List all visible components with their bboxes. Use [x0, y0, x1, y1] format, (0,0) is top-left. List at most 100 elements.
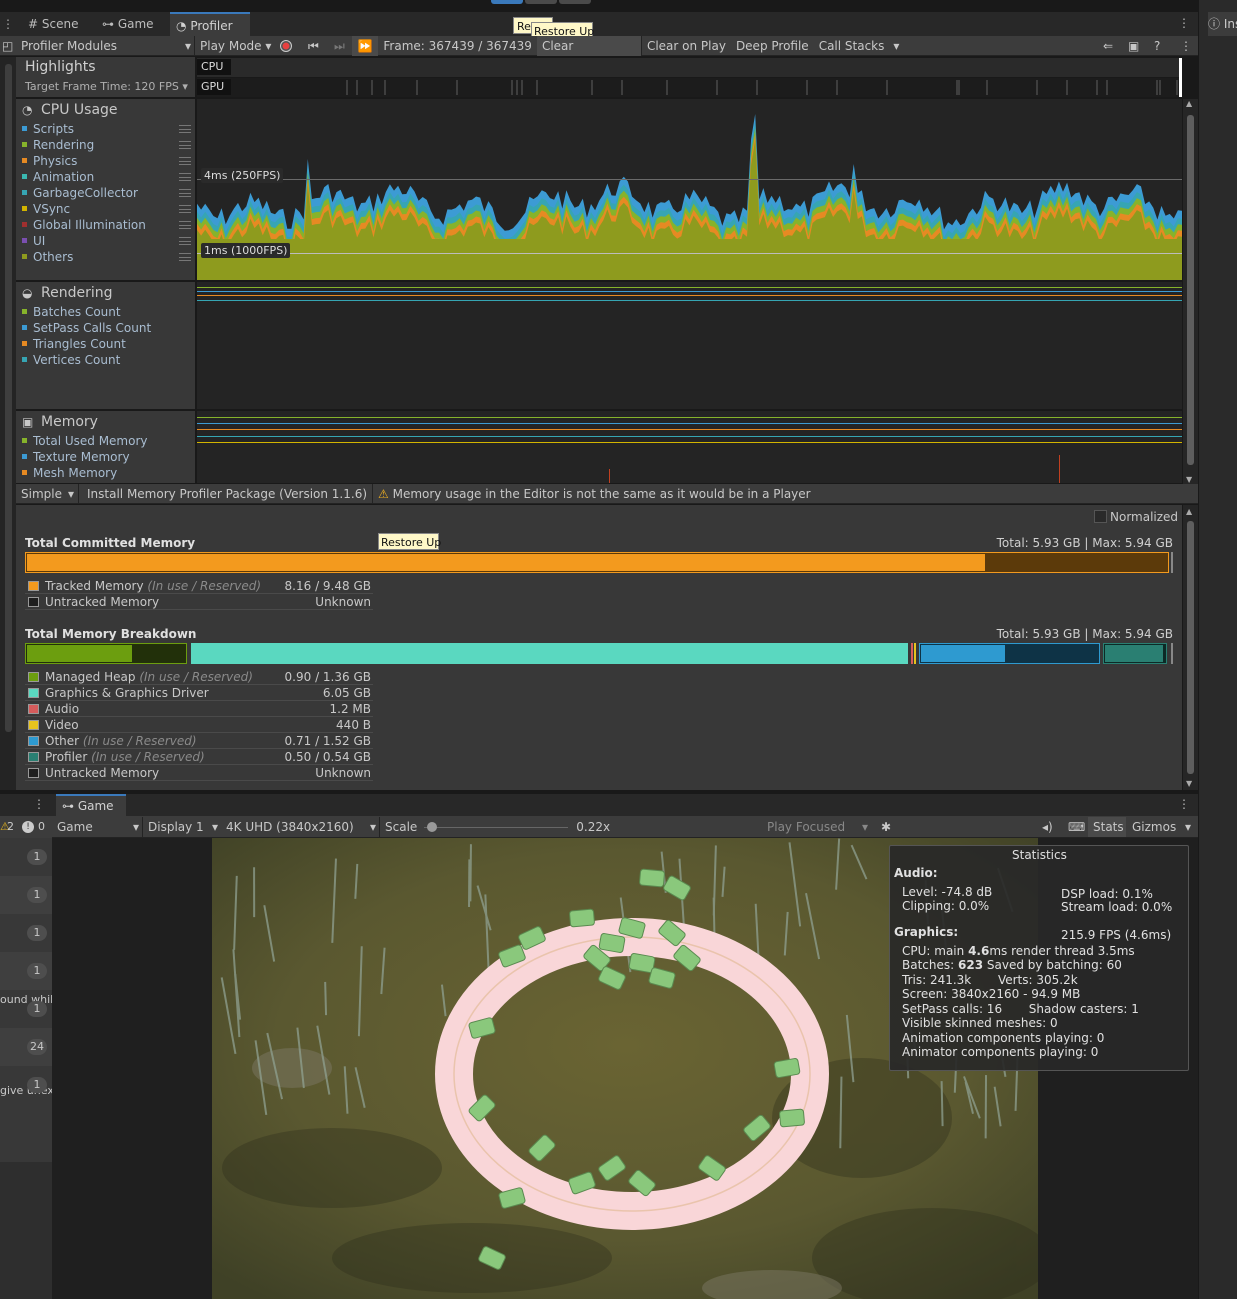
scroll-up-icon[interactable]: ▲	[1186, 99, 1192, 108]
error-count-icon[interactable]: !	[22, 821, 34, 833]
managed-heap-bar[interactable]	[25, 643, 187, 664]
detach-icon[interactable]: ◰	[0, 36, 16, 56]
slider-knob[interactable]	[427, 821, 438, 832]
console-list[interactable]: ound whil give unex 1 1 1 1 1 24 1	[0, 838, 52, 1299]
play-mode-dropdown[interactable]: Play Mode ▾	[195, 36, 276, 56]
color-swatch	[28, 688, 39, 698]
stats-toggle[interactable]: Stats	[1088, 817, 1126, 837]
audio-bar[interactable]	[911, 643, 913, 664]
grid-icon: #	[28, 17, 39, 31]
legend-item-total-used-memory[interactable]: Total Used Memory	[16, 433, 195, 449]
scroll-down-icon[interactable]: ▼	[1186, 475, 1192, 484]
toolbar-play-button[interactable]	[491, 0, 523, 4]
drag-handle-icon[interactable]	[179, 221, 191, 229]
tracked-memory-fill	[27, 554, 985, 571]
target-frame-time[interactable]: Target Frame Time: 120 FPS ▾	[25, 80, 188, 93]
drag-handle-icon[interactable]	[179, 253, 191, 261]
rendering-graph[interactable]	[197, 282, 1182, 409]
normalized-toggle[interactable]: Normalized	[1094, 510, 1179, 526]
tab-scene[interactable]: # Scene	[22, 12, 84, 36]
modules-scroll-thumb[interactable]	[1187, 115, 1194, 465]
play-focused-dropdown[interactable]: Play Focused ▾	[762, 817, 872, 837]
tab-options-icon[interactable]: ⋮	[1178, 16, 1190, 30]
bug-icon[interactable]: ✱	[876, 817, 898, 837]
deep-profile-toggle[interactable]: Deep Profile	[731, 36, 814, 56]
tab-game[interactable]: ⊶ Game	[96, 12, 160, 36]
video-bar[interactable]	[914, 643, 916, 664]
left-scroll-thumb[interactable]	[5, 64, 12, 732]
clear-on-play-toggle[interactable]: Clear on Play	[642, 36, 731, 56]
tab-game-bottom[interactable]: ⊶ Game	[56, 794, 126, 816]
call-stacks-dropdown[interactable]: ▾	[889, 36, 903, 56]
rendering-legend[interactable]: ◒ Rendering Batches Count SetPass Calls Co…	[16, 282, 195, 409]
first-frame-button[interactable]: ⏮	[300, 36, 326, 56]
load-icon[interactable]: ⇐	[1098, 36, 1116, 56]
call-stacks-toggle[interactable]: Call Stacks	[814, 36, 890, 56]
legend-item-physics[interactable]: Physics	[16, 153, 195, 169]
drag-handle-icon[interactable]	[179, 173, 191, 181]
drag-handle-icon[interactable]	[179, 237, 191, 245]
cpu-usage-legend[interactable]: ◔ CPU Usage Scripts Rendering Physics Animat…	[16, 99, 195, 280]
legend-item-vsync[interactable]: VSync	[16, 201, 195, 217]
profiler-bar[interactable]	[1103, 643, 1167, 664]
gizmos-toggle[interactable]: Gizmos	[1127, 817, 1177, 837]
keyboard-icon[interactable]: ⌨	[1063, 817, 1085, 837]
legend-item-triangles-count[interactable]: Triangles Count	[16, 336, 195, 352]
tab-profiler[interactable]: ◔ Profiler	[170, 12, 250, 36]
scroll-up-icon[interactable]: ▲	[1186, 507, 1192, 516]
game-options-icon[interactable]: ⋮	[1178, 797, 1190, 811]
current-frame-button[interactable]: ⏩	[352, 35, 379, 56]
legend-item-texture-memory[interactable]: Texture Memory	[16, 449, 195, 465]
legend-item-vertices-count[interactable]: Vertices Count	[16, 352, 195, 368]
legend-item-setpass-calls-count[interactable]: SetPass Calls Count	[16, 320, 195, 336]
frame-cursor[interactable]	[1179, 58, 1182, 97]
legend-item-animation[interactable]: Animation	[16, 169, 195, 185]
drag-handle-icon[interactable]	[179, 125, 191, 133]
toolbar-step-button[interactable]	[559, 0, 591, 4]
modules-scrollbar[interactable]: ▲ ▼	[1183, 99, 1198, 484]
view-dropdown[interactable]: Simple ▾	[16, 484, 78, 504]
panel-menu-icon[interactable]: ⋮	[2, 17, 14, 31]
tab-inspector[interactable]: ⓘ Ins	[1208, 12, 1237, 36]
resolution-dropdown[interactable]: 4K UHD (3840x2160) ▾	[221, 817, 379, 837]
details-scroll-thumb[interactable]	[1187, 521, 1194, 774]
drag-handle-icon[interactable]	[179, 141, 191, 149]
other-bar[interactable]	[919, 643, 1100, 664]
legend-item-scripts[interactable]: Scripts	[16, 121, 195, 137]
drag-handle-icon[interactable]	[179, 157, 191, 165]
drag-handle-icon[interactable]	[179, 189, 191, 197]
legend-item-ui[interactable]: UI	[16, 233, 195, 249]
display-dropdown[interactable]: Display 1 ▾	[143, 817, 221, 837]
details-scrollbar[interactable]: ▲ ▼	[1183, 505, 1198, 790]
more-options-icon[interactable]: ⋮	[1175, 36, 1193, 56]
cpu-usage-graph[interactable]: 4ms (250FPS) 1ms (1000FPS)	[197, 99, 1182, 280]
legend-item-rendering[interactable]: Rendering	[16, 137, 195, 153]
legend-item-batches-count[interactable]: Batches Count	[16, 304, 195, 320]
legend-item-global-illumination[interactable]: Global Illumination	[16, 217, 195, 233]
stream-load: Stream load: 0.0%	[1061, 900, 1173, 914]
save-icon[interactable]: ▣	[1123, 36, 1141, 56]
clear-button[interactable]: Clear	[536, 35, 641, 56]
help-icon[interactable]: ?	[1149, 36, 1167, 56]
toolbar-pause-button[interactable]	[525, 0, 557, 4]
mute-audio-icon[interactable]: ◂)	[1037, 817, 1059, 837]
memory-legend[interactable]: ▣ Memory Total Used Memory Texture Memory M…	[16, 411, 195, 483]
console-menu-icon[interactable]: ⋮	[33, 797, 45, 811]
gizmos-dropdown[interactable]: ▾	[1180, 817, 1196, 837]
game-mode-dropdown[interactable]: Game ▾	[52, 817, 142, 837]
color-swatch	[28, 752, 39, 762]
memory-graph[interactable]	[197, 411, 1182, 483]
committed-bar[interactable]	[25, 552, 1169, 573]
profiler-modules-dropdown[interactable]: Profiler Modules ▾	[16, 36, 194, 56]
record-button[interactable]	[276, 36, 300, 56]
legend-item-others[interactable]: Others	[16, 249, 195, 265]
install-memory-profiler-button[interactable]: Install Memory Profiler Package (Version…	[79, 484, 372, 504]
memory-chip-icon: ▣	[22, 415, 34, 429]
next-frame-button[interactable]: ⏭	[326, 36, 352, 56]
scroll-down-icon[interactable]: ▼	[1186, 779, 1192, 788]
graphics-bar[interactable]	[191, 643, 908, 664]
scale-slider[interactable]	[422, 817, 569, 837]
drag-handle-icon[interactable]	[179, 205, 191, 213]
legend-item-garbagecollector[interactable]: GarbageCollector	[16, 185, 195, 201]
legend-item-mesh-memory[interactable]: Mesh Memory	[16, 465, 195, 481]
